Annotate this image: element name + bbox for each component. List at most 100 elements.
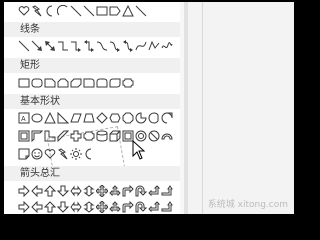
page-edge bbox=[202, 2, 203, 214]
line-icon[interactable] bbox=[135, 5, 147, 17]
right-triangle-icon[interactable] bbox=[57, 112, 69, 124]
shape-row bbox=[18, 5, 178, 19]
chord-icon[interactable] bbox=[148, 112, 160, 124]
hexagon-icon[interactable] bbox=[109, 112, 121, 124]
rectangle-icon[interactable] bbox=[96, 5, 108, 17]
left-right-arrow-icon[interactable] bbox=[70, 185, 82, 197]
watermark: 系统城 xitong.com bbox=[207, 200, 288, 210]
left-arrow-icon[interactable] bbox=[31, 185, 43, 197]
up-arrow-icon[interactable] bbox=[44, 185, 56, 197]
mouse-cursor-icon bbox=[132, 140, 146, 160]
heart-icon[interactable] bbox=[44, 148, 56, 160]
elbow-connector-icon[interactable] bbox=[57, 40, 69, 52]
bent-up-arrow-icon[interactable] bbox=[161, 185, 173, 197]
shape-row bbox=[18, 130, 178, 144]
left-up-arrow-icon[interactable] bbox=[148, 201, 160, 213]
up-down-arrow-icon[interactable] bbox=[83, 185, 95, 197]
snip-diagonal-icon[interactable] bbox=[70, 77, 82, 89]
curved-arrow-icon[interactable] bbox=[109, 40, 121, 52]
left-right-up-arrow-icon[interactable] bbox=[109, 201, 121, 213]
double-arrow-line-icon[interactable] bbox=[44, 40, 56, 52]
heart-icon[interactable] bbox=[18, 5, 30, 17]
smiley-icon[interactable] bbox=[31, 148, 43, 160]
shape-row bbox=[18, 40, 178, 54]
parallelogram-icon[interactable] bbox=[70, 112, 82, 124]
moon-icon[interactable] bbox=[44, 5, 56, 17]
plaque-icon[interactable] bbox=[122, 77, 134, 89]
teardrop-icon[interactable] bbox=[161, 112, 173, 124]
bent-arrow-icon[interactable] bbox=[122, 185, 134, 197]
lightning-icon[interactable] bbox=[57, 148, 69, 160]
l-shape-icon[interactable] bbox=[44, 130, 56, 142]
curve-icon[interactable] bbox=[135, 40, 147, 52]
snip-corner-icon[interactable] bbox=[44, 77, 56, 89]
frame-icon[interactable] bbox=[18, 130, 30, 142]
document-canvas-area[interactable] bbox=[188, 2, 294, 214]
shape-row bbox=[18, 185, 178, 199]
shape-row bbox=[18, 201, 178, 214]
lightning-icon[interactable] bbox=[31, 5, 43, 17]
section-header-rectangles: 矩形 bbox=[4, 58, 184, 73]
down-arrow-icon[interactable] bbox=[57, 185, 69, 197]
line-icon[interactable] bbox=[70, 5, 82, 17]
rounded-rectangle-icon[interactable] bbox=[31, 77, 43, 89]
folded-corner-icon[interactable] bbox=[18, 148, 30, 160]
shapes-dropdown-window: 线条 矩形 基本形状 A 箭头总汇 系统城 xitong.com bbox=[4, 2, 294, 214]
block-arc-icon[interactable] bbox=[161, 130, 173, 142]
text-box-icon[interactable]: A bbox=[18, 112, 30, 124]
right-arrow-icon[interactable] bbox=[18, 185, 30, 197]
gallery-scrollbar[interactable] bbox=[180, 2, 184, 214]
curved-connector-icon[interactable] bbox=[96, 40, 108, 52]
freeform-icon[interactable] bbox=[148, 40, 160, 52]
up-down-arrow-icon[interactable] bbox=[83, 201, 95, 213]
left-right-up-arrow-icon[interactable] bbox=[109, 185, 121, 197]
up-arrow-icon[interactable] bbox=[44, 201, 56, 213]
bent-up-arrow-icon[interactable] bbox=[161, 201, 173, 213]
elbow-arrow-icon[interactable] bbox=[70, 40, 82, 52]
shape-row: A bbox=[18, 112, 178, 126]
half-frame-icon[interactable] bbox=[31, 130, 43, 142]
plaque-icon[interactable] bbox=[83, 130, 95, 142]
trapezoid-icon[interactable] bbox=[83, 112, 95, 124]
round-diagonal-icon[interactable] bbox=[109, 77, 121, 89]
quad-arrow-icon[interactable] bbox=[96, 201, 108, 213]
section-header-arrows: 箭头总汇 bbox=[4, 166, 184, 181]
cross-icon[interactable] bbox=[70, 130, 82, 142]
down-arrow-icon[interactable] bbox=[57, 201, 69, 213]
arc-icon[interactable] bbox=[57, 5, 69, 17]
curved-double-arrow-icon[interactable] bbox=[122, 40, 134, 52]
sun-icon[interactable] bbox=[70, 148, 82, 160]
left-right-arrow-icon[interactable] bbox=[70, 201, 82, 213]
snip-same-side-icon[interactable] bbox=[57, 77, 69, 89]
quad-arrow-icon[interactable] bbox=[96, 185, 108, 197]
left-up-arrow-icon[interactable] bbox=[148, 185, 160, 197]
pie-icon[interactable] bbox=[135, 112, 147, 124]
round-same-side-icon[interactable] bbox=[96, 77, 108, 89]
u-turn-arrow-icon[interactable] bbox=[135, 201, 147, 213]
diamond-icon[interactable] bbox=[96, 112, 108, 124]
line-icon[interactable] bbox=[18, 40, 30, 52]
shape-row bbox=[18, 77, 178, 91]
shapes-gallery-panel: 线条 矩形 基本形状 A 箭头总汇 bbox=[4, 2, 184, 214]
pentagon-icon[interactable] bbox=[109, 5, 121, 17]
diagonal-stripe-icon[interactable] bbox=[57, 130, 69, 142]
moon-icon[interactable] bbox=[83, 148, 95, 160]
can-icon[interactable] bbox=[96, 130, 108, 142]
cube-icon[interactable] bbox=[109, 130, 121, 142]
arrow-line-icon[interactable] bbox=[31, 40, 43, 52]
octagon-icon[interactable] bbox=[122, 112, 134, 124]
u-turn-arrow-icon[interactable] bbox=[135, 185, 147, 197]
triangle-icon[interactable] bbox=[44, 112, 56, 124]
oval-icon[interactable] bbox=[31, 112, 43, 124]
no-symbol-icon[interactable] bbox=[148, 130, 160, 142]
elbow-double-arrow-icon[interactable] bbox=[83, 40, 95, 52]
rectangle-icon[interactable] bbox=[18, 77, 30, 89]
bent-arrow-icon[interactable] bbox=[122, 201, 134, 213]
section-header-lines: 线条 bbox=[4, 22, 184, 37]
round-corner-icon[interactable] bbox=[83, 77, 95, 89]
line-icon[interactable] bbox=[83, 5, 95, 17]
right-arrow-icon[interactable] bbox=[18, 201, 30, 213]
triangle-icon[interactable] bbox=[122, 5, 134, 17]
left-arrow-icon[interactable] bbox=[31, 201, 43, 213]
scribble-icon[interactable] bbox=[161, 40, 173, 52]
